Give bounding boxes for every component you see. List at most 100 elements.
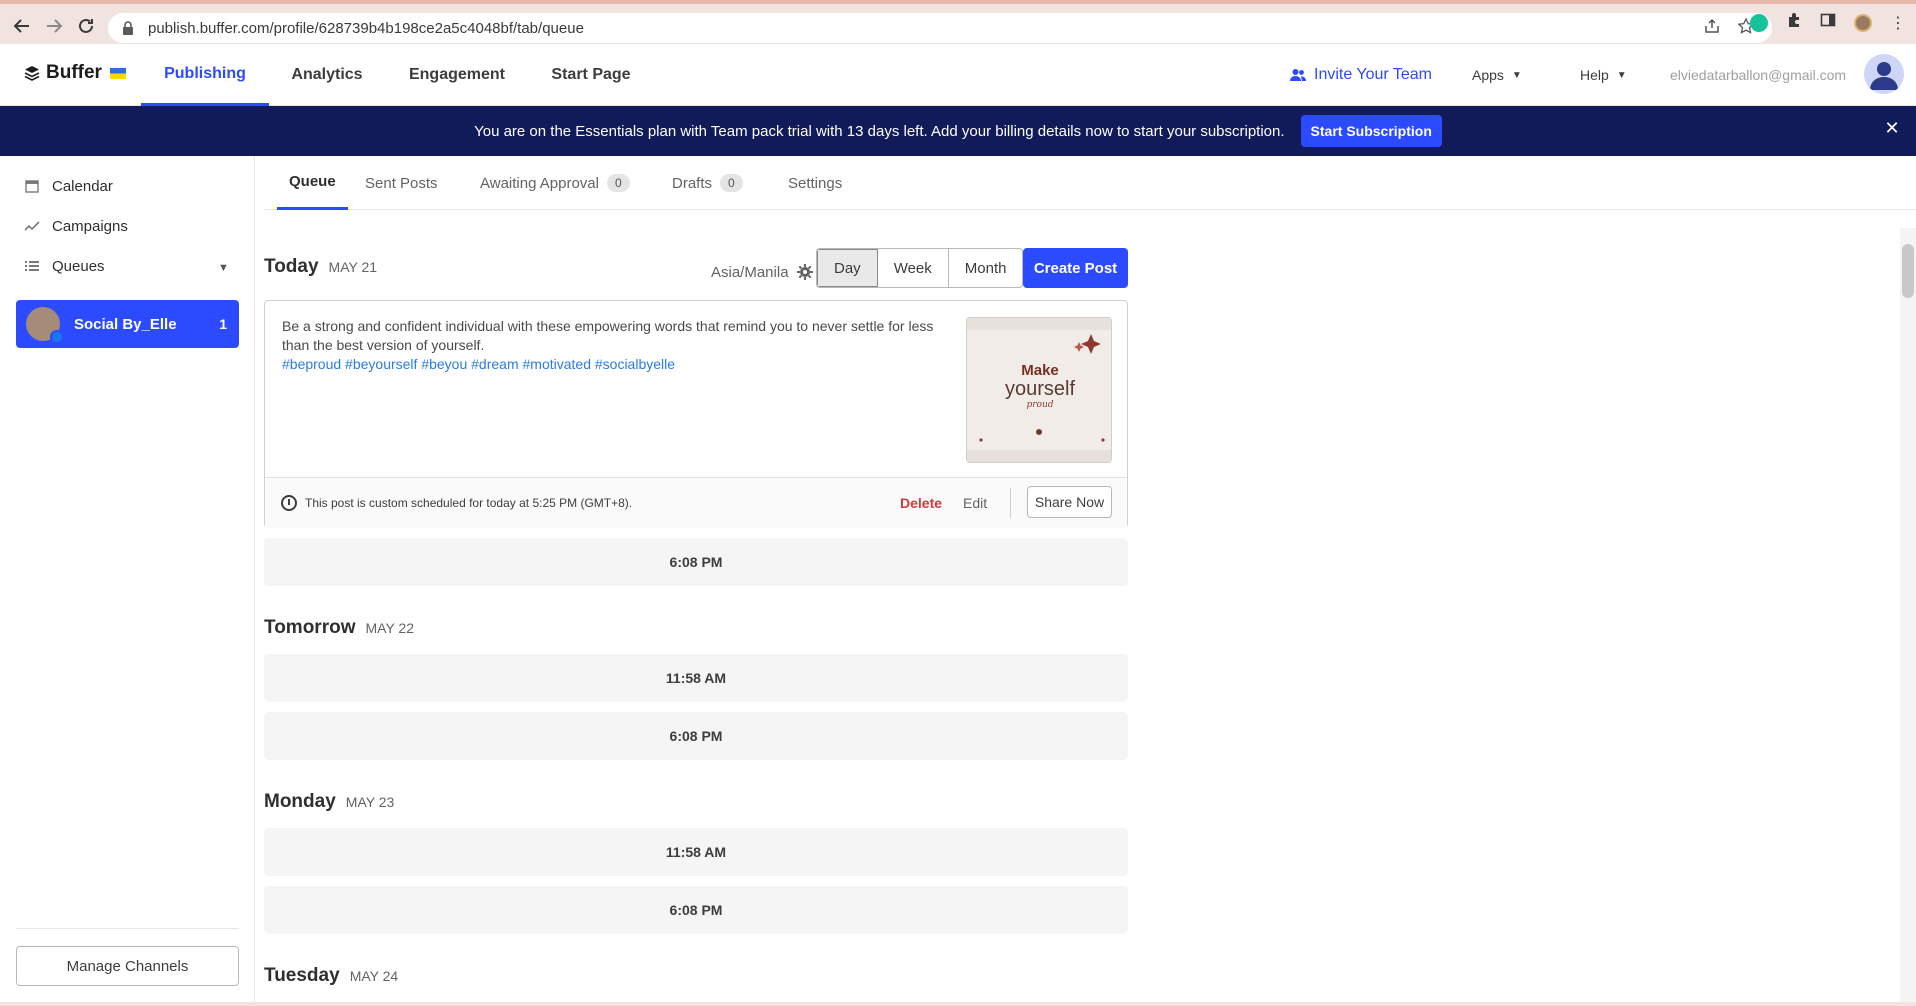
day-name: Today bbox=[264, 256, 319, 277]
tab-drafts[interactable]: Drafts 0 bbox=[672, 156, 743, 210]
close-icon[interactable]: ✕ bbox=[1882, 118, 1902, 138]
tab-label: Awaiting Approval bbox=[480, 174, 599, 192]
footer-divider bbox=[1010, 488, 1011, 518]
tab-publishing[interactable]: Publishing bbox=[141, 44, 269, 106]
banner-text: You are on the Essentials plan with Team… bbox=[474, 122, 1285, 140]
post-hashtags[interactable]: #beproud #beyourself #beyou #dream #moti… bbox=[282, 355, 962, 374]
day-heading-today: Today MAY 21 bbox=[264, 256, 377, 278]
forward-icon[interactable] bbox=[38, 10, 70, 42]
ukraine-flag-icon bbox=[109, 67, 126, 79]
view-month-button[interactable]: Month bbox=[949, 249, 1023, 287]
extensions-puzzle-icon[interactable] bbox=[1786, 12, 1802, 33]
day-name: Monday bbox=[264, 791, 336, 812]
reload-icon[interactable] bbox=[70, 10, 102, 42]
day-heading-monday: Monday MAY 23 bbox=[264, 791, 394, 813]
day-date: MAY 22 bbox=[365, 620, 414, 636]
schedule-text: This post is custom scheduled for today … bbox=[305, 496, 633, 510]
profile-avatar-icon[interactable] bbox=[1854, 13, 1872, 32]
scrollbar-thumb[interactable] bbox=[1902, 244, 1914, 298]
scheduled-post-card: Be a strong and confident individual wit… bbox=[264, 300, 1128, 528]
trial-banner: You are on the Essentials plan with Team… bbox=[0, 106, 1916, 156]
time-slot[interactable]: 11:58 AM bbox=[264, 654, 1128, 702]
back-icon[interactable] bbox=[6, 10, 38, 42]
address-bar[interactable]: publish.buffer.com/profile/628739b4b198c… bbox=[108, 13, 1772, 43]
post-body: Be a strong and confident individual wit… bbox=[282, 317, 962, 374]
calendar-icon bbox=[24, 178, 40, 194]
help-menu[interactable]: Help ▼ bbox=[1580, 44, 1627, 106]
logo-text: Buffer bbox=[46, 62, 102, 83]
tab-analytics[interactable]: Analytics bbox=[284, 44, 370, 106]
post-text: Be a strong and confident individual wit… bbox=[282, 318, 934, 353]
sidebar-item-label: Campaigns bbox=[52, 217, 128, 235]
day-date: MAY 23 bbox=[345, 794, 395, 810]
channel-social-by-elle[interactable]: Social By_Elle 1 bbox=[16, 300, 239, 348]
caret-down-icon: ▼ bbox=[1511, 69, 1522, 81]
tab-sent-posts[interactable]: Sent Posts bbox=[365, 156, 438, 210]
help-label: Help bbox=[1580, 67, 1609, 83]
grammarly-icon[interactable] bbox=[1750, 13, 1768, 32]
gear-icon bbox=[796, 264, 813, 280]
day-name: Tomorrow bbox=[264, 617, 356, 638]
manage-channels-button[interactable]: Manage Channels bbox=[16, 946, 239, 986]
sidebar-divider bbox=[16, 928, 239, 929]
queue-subtabs: Queue Sent Posts Awaiting Approval 0 Dra… bbox=[264, 156, 1916, 210]
browser-toolbar: publish.buffer.com/profile/628739b4b198c… bbox=[0, 0, 1916, 44]
sidebar-item-campaigns[interactable]: Campaigns bbox=[24, 214, 128, 238]
share-now-button[interactable]: Share Now bbox=[1027, 486, 1112, 518]
image-text-proud: proud bbox=[1026, 400, 1054, 410]
tab-label: Drafts bbox=[672, 174, 713, 192]
view-day-button[interactable]: Day bbox=[817, 249, 878, 287]
facebook-badge-icon bbox=[50, 330, 64, 344]
sidebar-item-calendar[interactable]: Calendar bbox=[24, 174, 113, 198]
image-text-yourself: yourself bbox=[1004, 378, 1076, 400]
post-footer: This post is custom scheduled for today … bbox=[265, 477, 1127, 528]
list-icon bbox=[24, 258, 40, 274]
user-avatar[interactable] bbox=[1864, 54, 1904, 94]
apps-label: Apps bbox=[1472, 67, 1504, 83]
time-slot[interactable]: 11:58 AM bbox=[264, 828, 1128, 876]
clock-icon bbox=[281, 495, 297, 511]
tab-engagement[interactable]: Engagement bbox=[398, 44, 516, 106]
day-heading-tuesday: Tuesday MAY 24 bbox=[264, 965, 398, 987]
queue-main: Today MAY 21 Asia/Manila Day Week Month … bbox=[264, 210, 1128, 1006]
share-page-icon[interactable] bbox=[1704, 18, 1720, 38]
time-slot[interactable]: 6:08 PM bbox=[264, 538, 1128, 586]
page-scrollbar[interactable] bbox=[1900, 228, 1916, 1006]
sidebar-item-queues[interactable]: Queues bbox=[24, 254, 105, 278]
lock-icon bbox=[122, 21, 134, 35]
app-header: Buffer Publishing Analytics Engagement S… bbox=[0, 44, 1916, 106]
buffer-logo[interactable]: Buffer bbox=[24, 62, 126, 84]
tab-label: Settings bbox=[788, 174, 843, 192]
browser-menu-icon[interactable]: ⋮ bbox=[1890, 13, 1906, 33]
delete-post-button[interactable]: Delete bbox=[900, 495, 942, 511]
day-heading-tomorrow: Tomorrow MAY 22 bbox=[264, 617, 414, 639]
view-week-button[interactable]: Week bbox=[878, 249, 949, 287]
tab-start-page[interactable]: Start Page bbox=[540, 44, 642, 106]
invite-team-link[interactable]: Invite Your Team bbox=[1290, 44, 1432, 106]
drafts-count-badge: 0 bbox=[720, 174, 743, 192]
day-date: MAY 21 bbox=[328, 259, 378, 275]
apps-menu[interactable]: Apps ▼ bbox=[1472, 44, 1522, 106]
start-subscription-button[interactable]: Start Subscription bbox=[1300, 115, 1442, 147]
account-email: elviedatarballon@gmail.com bbox=[1670, 67, 1847, 83]
tab-settings[interactable]: Settings bbox=[788, 156, 842, 210]
window-bottom-edge bbox=[0, 1002, 1916, 1006]
time-slot[interactable]: 6:08 PM bbox=[264, 886, 1128, 934]
url-text: publish.buffer.com/profile/628739b4b198c… bbox=[148, 19, 584, 37]
tab-awaiting-approval[interactable]: Awaiting Approval 0 bbox=[480, 156, 630, 210]
post-image-thumbnail[interactable]: Make yourself proud bbox=[966, 317, 1112, 463]
team-icon bbox=[1290, 69, 1306, 81]
create-post-button[interactable]: Create Post bbox=[1023, 248, 1128, 288]
queues-caret-down-icon[interactable]: ▼ bbox=[218, 262, 229, 274]
image-text-make: Make bbox=[1021, 362, 1059, 379]
tab-queue[interactable]: Queue bbox=[277, 156, 348, 210]
edit-post-button[interactable]: Edit bbox=[963, 495, 987, 511]
sidebar bbox=[0, 156, 255, 1006]
tab-label: Sent Posts bbox=[365, 174, 438, 192]
day-name: Tuesday bbox=[264, 965, 340, 986]
timezone-setting[interactable]: Asia/Manila bbox=[711, 257, 813, 287]
tab-label: Queue bbox=[289, 173, 336, 190]
time-slot[interactable]: 6:08 PM bbox=[264, 712, 1128, 760]
side-panel-icon[interactable] bbox=[1820, 12, 1836, 33]
buffer-logo-icon bbox=[24, 66, 40, 81]
